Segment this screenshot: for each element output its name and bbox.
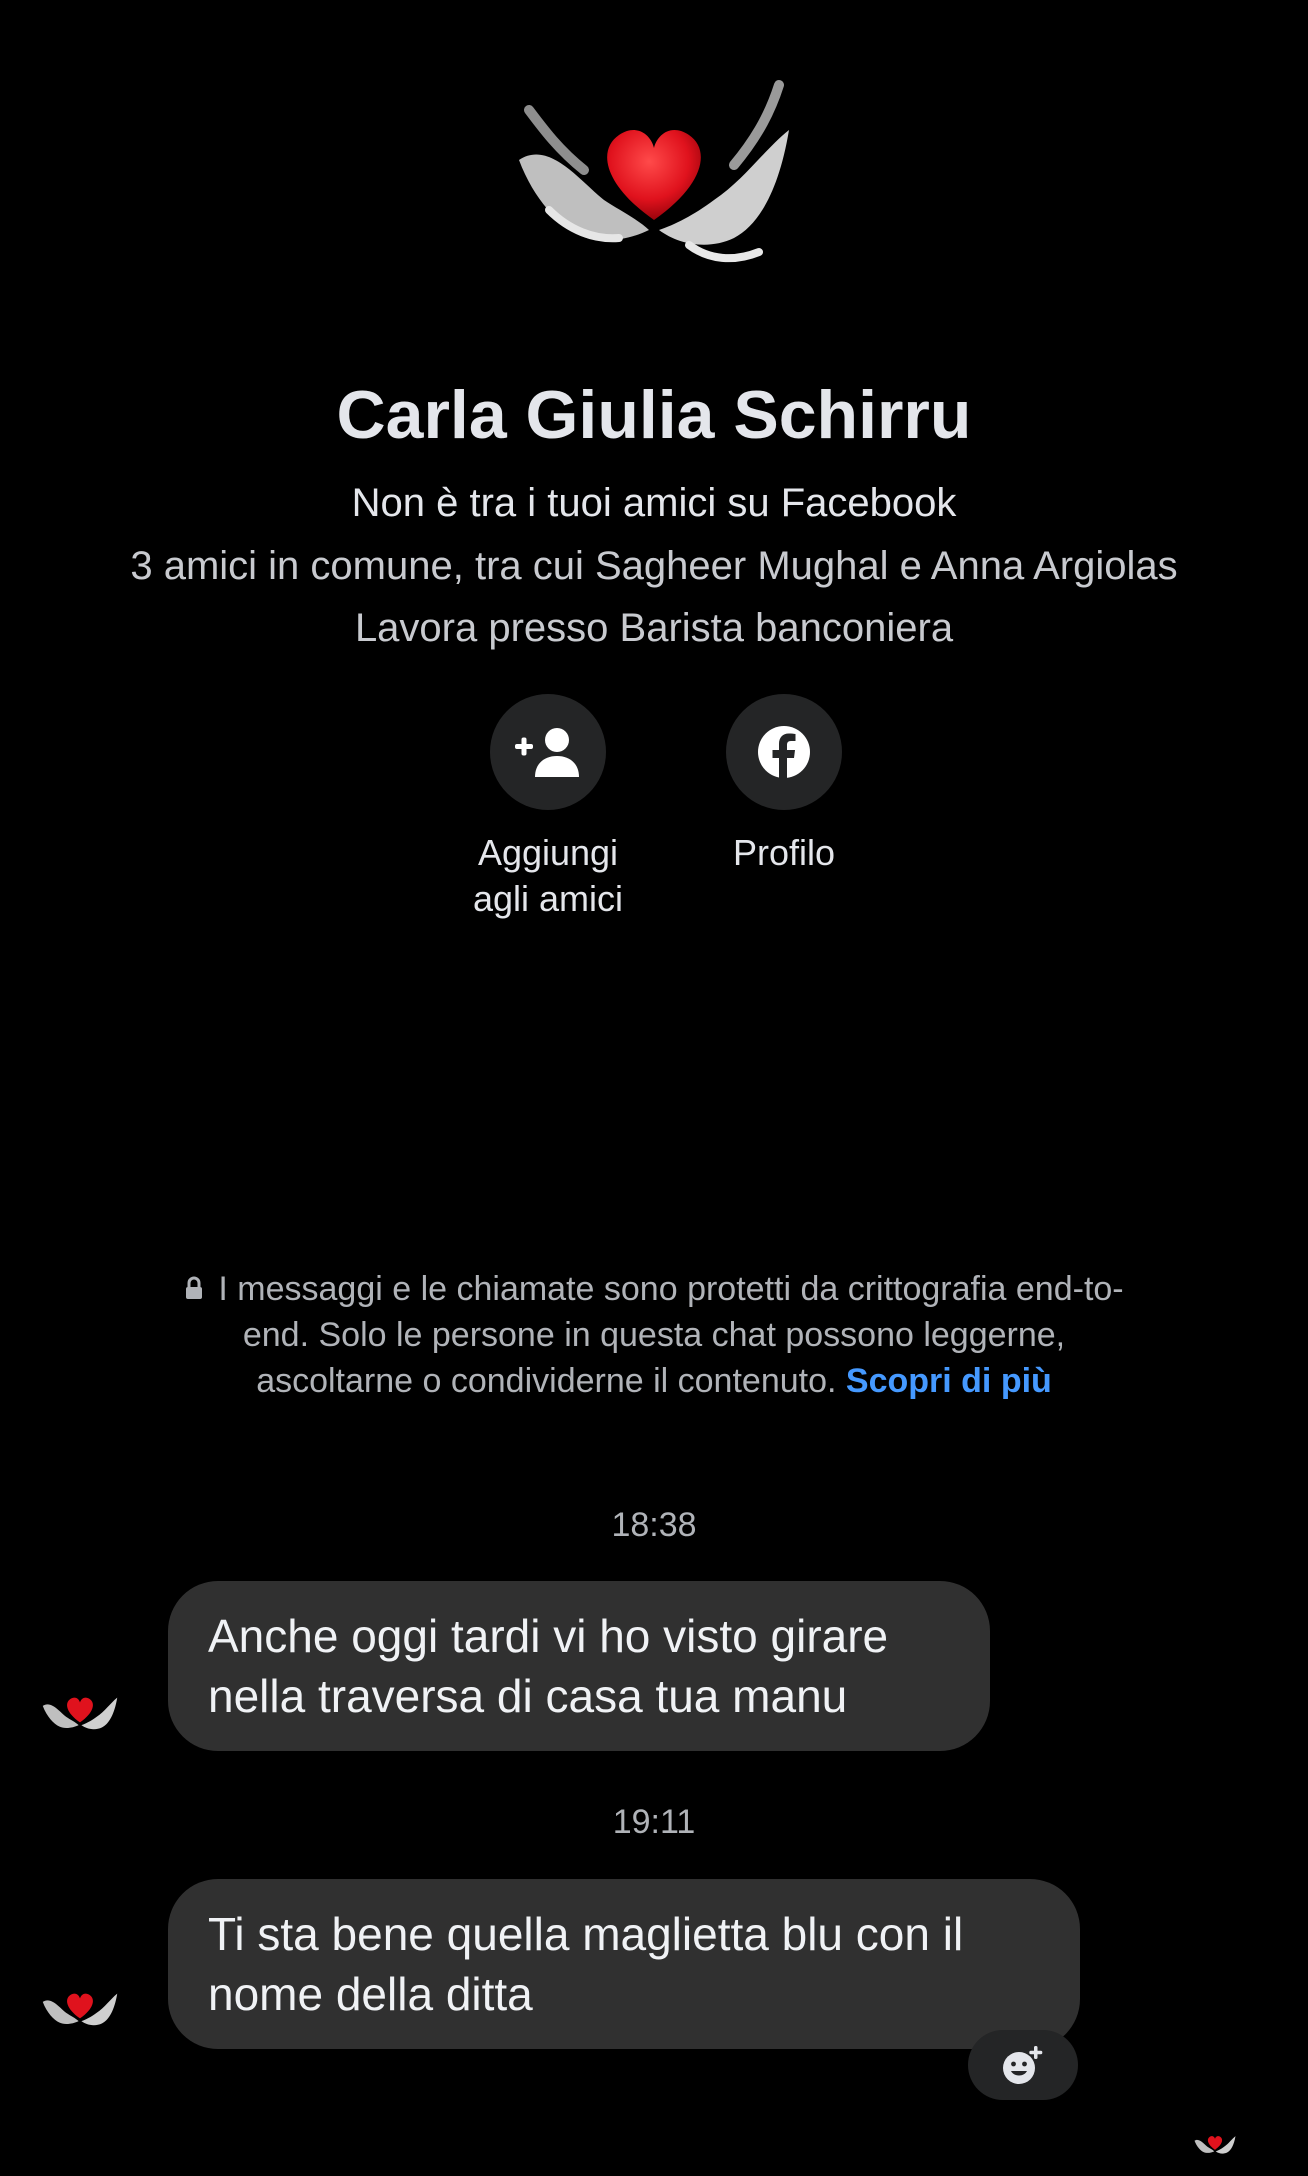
- add-friend-button[interactable]: Aggiungi agli amici: [423, 694, 673, 922]
- seen-indicator-avatar: [1193, 2126, 1237, 2160]
- friendship-status: Non è tra i tuoi amici su Facebook: [351, 481, 957, 525]
- add-friend-label-line1: Aggiungi: [477, 832, 619, 873]
- view-profile-circle[interactable]: [726, 694, 842, 810]
- message-bubble[interactable]: Ti sta bene quella maglietta blu con il …: [168, 1879, 1080, 2049]
- message-timestamp: 18:38: [611, 1506, 697, 1544]
- add-friend-label-line2: agli amici: [472, 878, 624, 919]
- message-timestamp: 19:11: [612, 1803, 696, 1841]
- heart-in-hands-icon: [42, 1697, 118, 1730]
- profile-avatar[interactable]: [509, 70, 799, 280]
- work-info: Lavora presso Barista banconiera: [354, 606, 954, 650]
- encryption-notice: I messaggi e le chiamate sono protetti d…: [170, 1266, 1138, 1404]
- add-friend-icon: [515, 728, 579, 777]
- sender-avatar[interactable]: [40, 1976, 120, 2036]
- sender-avatar[interactable]: [40, 1680, 120, 1740]
- add-friend-circle[interactable]: [490, 694, 606, 810]
- heart-in-hands-icon: [42, 1993, 118, 2026]
- view-profile-label: Profilo: [732, 832, 836, 873]
- add-reaction-button[interactable]: [968, 2030, 1078, 2100]
- contact-name: Carla Giulia Schirru: [336, 377, 972, 453]
- learn-more-link[interactable]: Scopri di più: [846, 1362, 1052, 1400]
- add-reaction-icon: [1003, 2046, 1043, 2084]
- message-bubble[interactable]: Anche oggi tardi vi ho visto girare nell…: [168, 1581, 990, 1751]
- view-profile-button[interactable]: Profilo: [659, 694, 909, 876]
- mutual-friends: 3 amici in comune, tra cui Sagheer Mugha…: [130, 544, 1178, 588]
- lock-icon: [186, 1276, 203, 1300]
- facebook-icon: [758, 726, 810, 780]
- heart-in-hands-icon: [1194, 2136, 1236, 2154]
- heart-in-hands-icon: [519, 80, 789, 263]
